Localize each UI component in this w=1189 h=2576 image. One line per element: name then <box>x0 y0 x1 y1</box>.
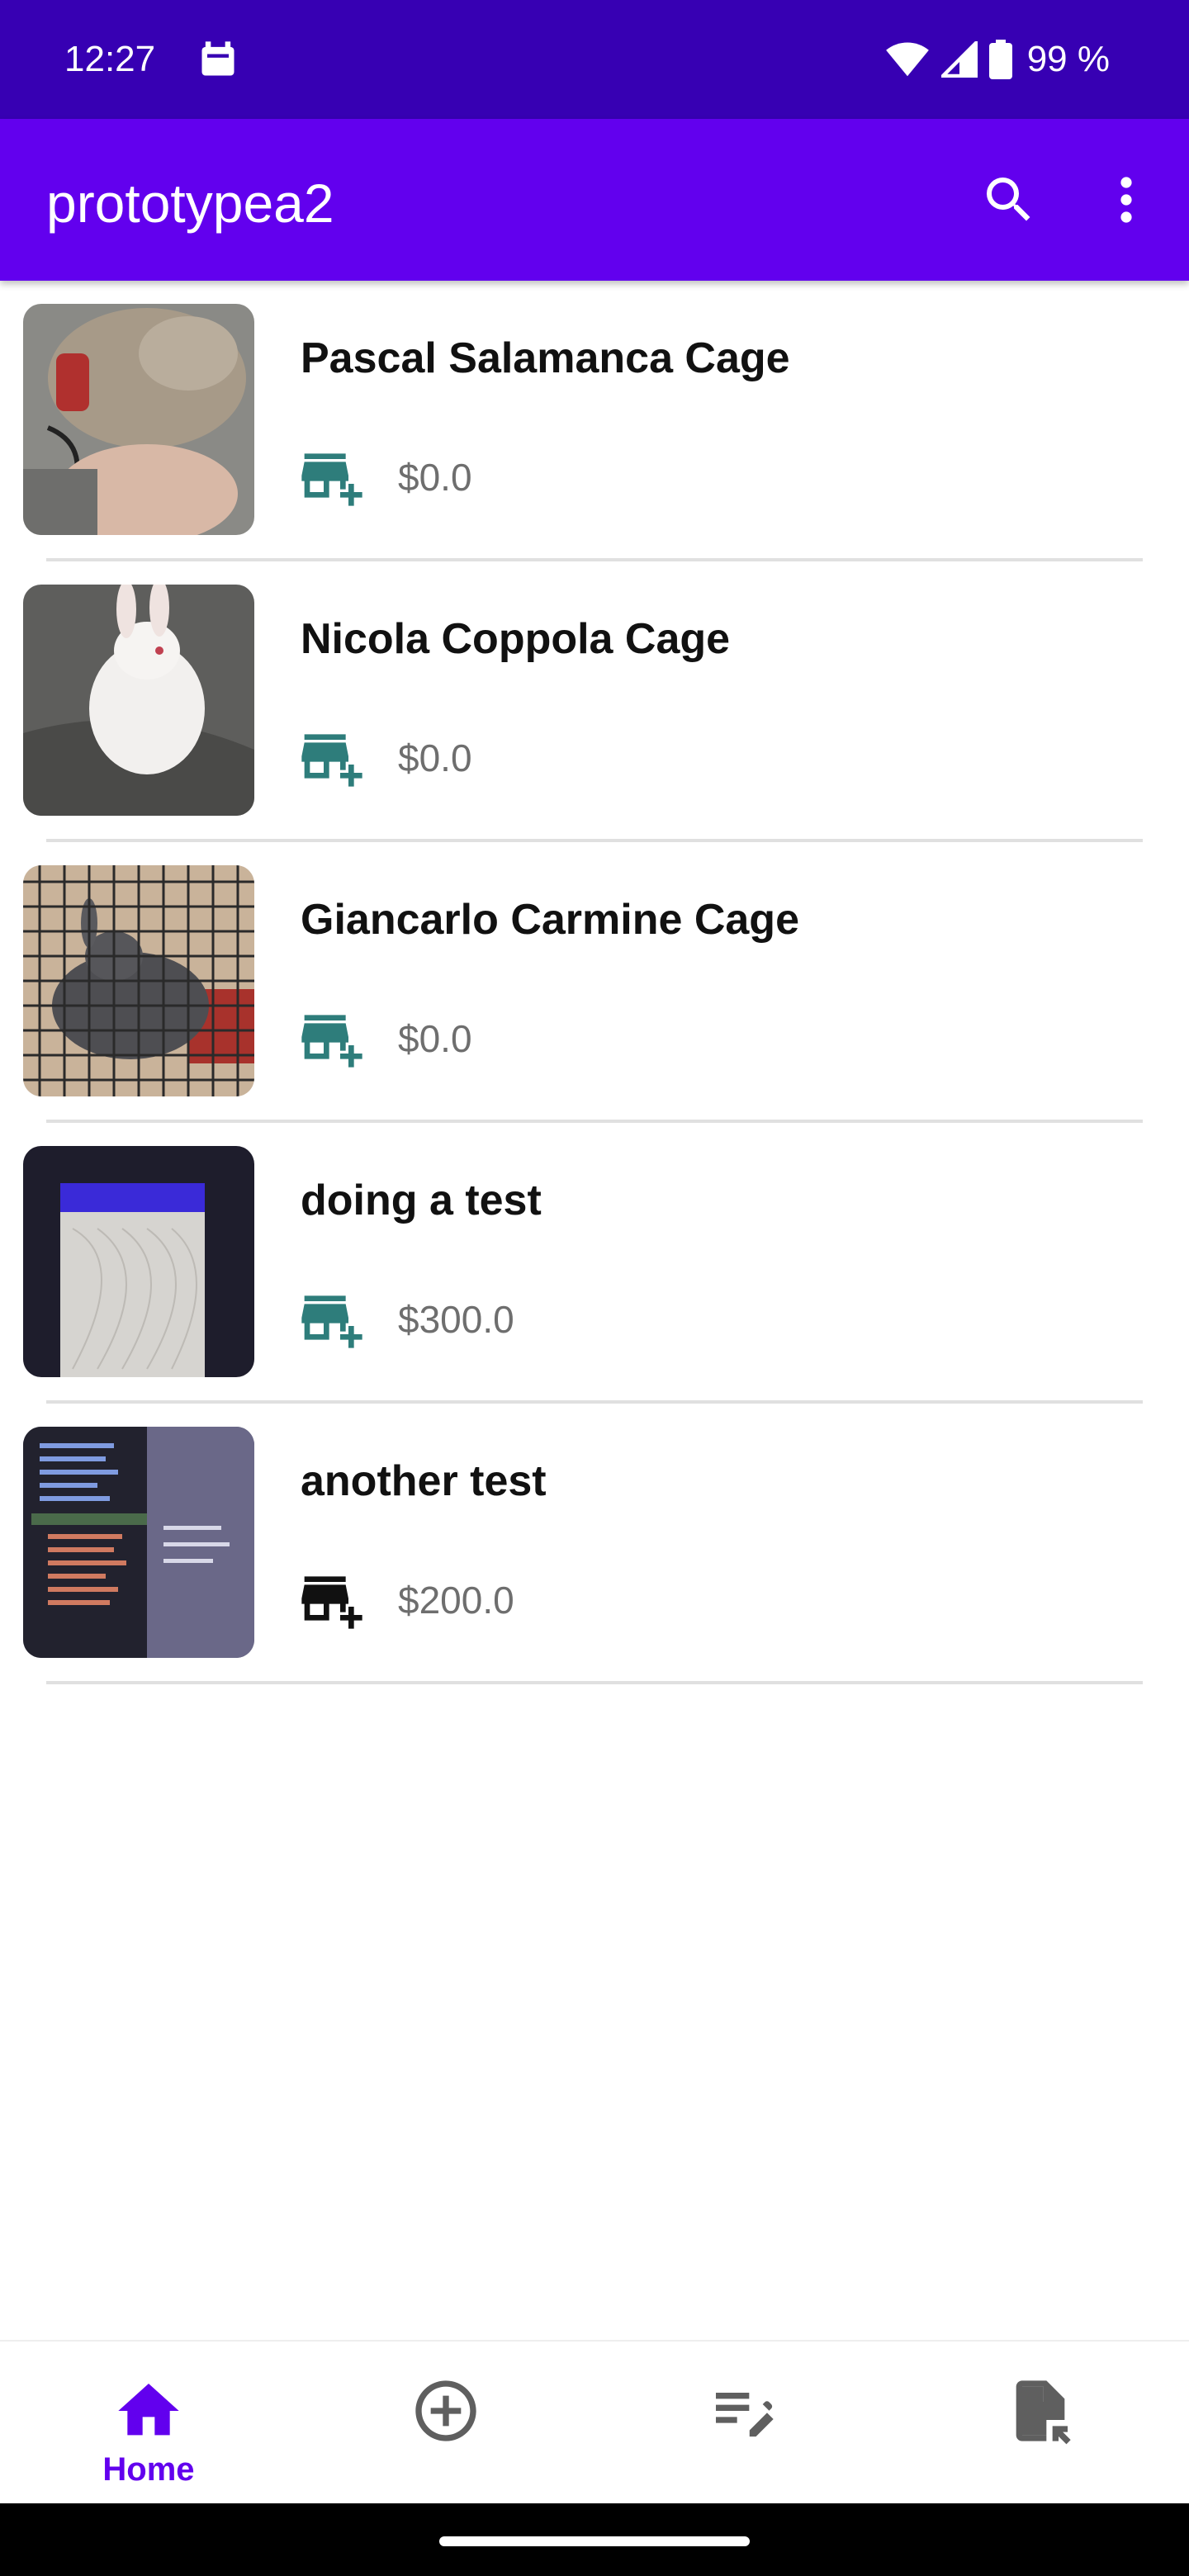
item-title: Pascal Salamanca Cage <box>301 334 790 382</box>
item-price: $200.0 <box>398 1579 514 1622</box>
list-item[interactable]: another test $200.0 <box>0 1404 1189 1684</box>
add-business-icon[interactable] <box>299 1004 365 1070</box>
cell-signal-icon <box>940 41 978 78</box>
nav-home[interactable]: Home <box>0 2342 297 2505</box>
battery-percentage: 99 % <box>1026 39 1110 79</box>
item-title: Nicola Coppola Cage <box>301 615 731 663</box>
battery-icon <box>988 40 1012 79</box>
nav-edit[interactable] <box>594 2342 892 2505</box>
list-item[interactable]: Nicola Coppola Cage $0.0 <box>0 561 1189 842</box>
item-thumbnail <box>23 865 254 1096</box>
item-price: $0.0 <box>398 736 472 779</box>
item-thumbnail <box>23 585 254 816</box>
gesture-handle[interactable] <box>439 2536 750 2546</box>
status-icons: 99 % <box>885 35 1110 84</box>
search-icon <box>987 178 1030 221</box>
home-icon <box>118 2384 179 2436</box>
status-bar: 12:27 99 % <box>0 0 1189 119</box>
item-title: Giancarlo Carmine Cage <box>301 896 799 944</box>
item-price: $0.0 <box>398 1017 472 1060</box>
wifi-icon <box>885 42 929 77</box>
list-item[interactable]: doing a test $300.0 <box>0 1123 1189 1404</box>
item-thumbnail <box>23 1427 254 1658</box>
list-item[interactable]: Giancarlo Carmine Cage $0.0 <box>0 842 1189 1123</box>
nav-add[interactable] <box>297 2342 594 2505</box>
item-thumbnail <box>23 304 254 535</box>
add-business-icon[interactable] <box>299 1565 365 1631</box>
cage-list: Pascal Salamanca Cage $0.0 Nicola Coppol… <box>0 281 1189 1684</box>
item-title: another test <box>301 1457 547 1505</box>
notification-app-icon <box>201 41 234 76</box>
add-circle-icon <box>415 2380 476 2441</box>
nav-file[interactable] <box>892 2342 1189 2505</box>
add-business-icon[interactable] <box>299 443 365 509</box>
status-time: 12:27 <box>64 39 156 79</box>
edit-note-icon <box>716 2393 774 2437</box>
overflow-menu-button[interactable] <box>1085 159 1168 241</box>
add-business-icon[interactable] <box>299 723 365 789</box>
item-price: $300.0 <box>398 1298 514 1341</box>
add-business-icon[interactable] <box>299 1285 365 1351</box>
file-open-icon <box>1016 2380 1071 2445</box>
app-bar: prototypea2 <box>0 119 1189 281</box>
item-price: $0.0 <box>398 456 472 499</box>
search-button[interactable] <box>968 159 1050 241</box>
system-gesture-bar <box>0 2503 1189 2576</box>
bottom-navigation: Home <box>0 2340 1189 2505</box>
item-thumbnail <box>23 1146 254 1377</box>
app-title: prototypea2 <box>46 173 334 234</box>
divider <box>46 1681 1143 1684</box>
item-title: doing a test <box>301 1177 542 1224</box>
more-vert-icon <box>1120 177 1132 223</box>
nav-home-label: Home <box>102 2451 195 2488</box>
list-item[interactable]: Pascal Salamanca Cage $0.0 <box>0 281 1189 561</box>
